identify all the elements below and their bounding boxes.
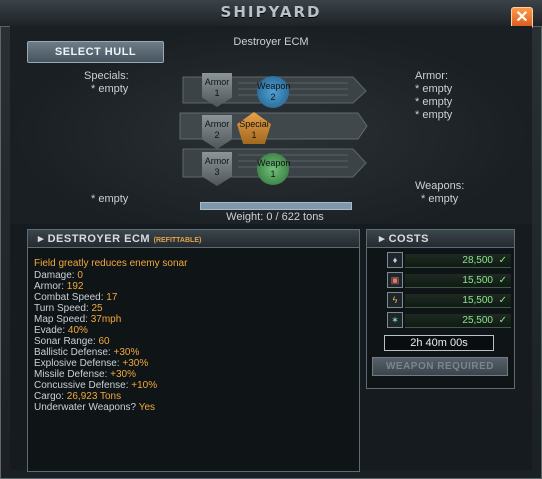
stat-value: 26,923 Tons: [66, 391, 122, 402]
stat-row: Combat Speed: 17: [34, 292, 117, 303]
cost-value: 15,500: [462, 295, 493, 306]
crystal-icon: ✶: [387, 312, 403, 328]
chevron-right-icon: ▸: [379, 233, 386, 245]
armor-slot-1-label: Armor: [204, 77, 230, 87]
hull-description: Field greatly reduces enemy sonar: [34, 258, 188, 269]
stat-row: Missile Defense: +30%: [34, 369, 136, 380]
costs-header: ▸ COSTS: [367, 230, 514, 248]
check-icon: ✓: [498, 275, 507, 286]
stat-label: Map Speed:: [34, 314, 88, 325]
special-slot-1-number: 1: [251, 130, 257, 140]
specials-value: * empty: [91, 83, 129, 95]
stat-label: Cargo:: [34, 391, 65, 402]
build-time: 2h 40m 00s: [384, 335, 494, 351]
weapon-required-button[interactable]: WEAPON REQUIRED: [372, 357, 508, 376]
cost-row: 15,500 ✓: [405, 294, 511, 308]
title-bar: SHIPYARD: [0, 0, 542, 27]
window-title: SHIPYARD: [220, 3, 322, 21]
stat-row: Ballistic Defense: +30%: [34, 347, 139, 358]
stat-value: 37mph: [90, 314, 122, 325]
check-icon: ✓: [498, 255, 507, 266]
stat-row: Sonar Range: 60: [34, 336, 110, 347]
cost-value: 28,500: [462, 255, 493, 266]
armor-slot-3-number: 3: [214, 167, 220, 177]
stat-label: Damage:: [34, 270, 75, 281]
cost-row: 15,500 ✓: [405, 274, 511, 288]
stat-value: 17: [106, 292, 118, 303]
weapon-slot-2-number: 2: [270, 92, 276, 102]
chevron-right-icon: ▸: [38, 233, 45, 245]
weapons-left-value: * empty: [91, 193, 129, 205]
stat-value: +30%: [110, 369, 136, 380]
cost-row: 25,500 ✓: [405, 314, 511, 328]
stat-row: Cargo: 26,923 Tons: [34, 391, 121, 402]
weapon-slot-2-label: Weapon: [257, 81, 291, 91]
stat-row: Turn Speed: 25: [34, 303, 103, 314]
stat-label: Sonar Range:: [34, 336, 96, 347]
stat-label: Missile Defense:: [34, 369, 108, 380]
weapon-slot-1-number: 1: [270, 169, 276, 179]
stat-row: Explosive Defense: +30%: [34, 358, 148, 369]
stat-value: +10%: [131, 380, 158, 391]
select-hull-button[interactable]: SELECT HULL: [27, 41, 164, 63]
weapon-slot-1[interactable]: Weapon 1: [257, 153, 291, 185]
stat-row: Concussive Defense: +10%: [34, 380, 157, 391]
stat-label: Underwater Weapons?: [34, 402, 137, 413]
stat-value: 192: [66, 281, 84, 292]
stat-value: 0: [77, 270, 83, 281]
armor-value-2: * empty: [415, 96, 453, 108]
costs-label: COSTS: [388, 233, 429, 245]
armor-value-3: * empty: [415, 109, 453, 121]
energy-bolt-icon: ϟ: [387, 292, 403, 308]
stat-label: Combat Speed:: [34, 292, 104, 303]
info-title: ▸ DESTROYER ECM (REFITTABLE): [38, 232, 201, 245]
stat-value: 40%: [67, 325, 88, 336]
hull-info-panel: ▸ DESTROYER ECM (REFITTABLE) Field great…: [27, 229, 360, 472]
stat-row: Map Speed: 37mph: [34, 314, 121, 325]
weapon-slot-2[interactable]: Weapon 2: [257, 76, 291, 108]
special-slot-1-label: Special: [239, 119, 269, 129]
stat-row: Armor: 192: [34, 281, 83, 292]
stat-row: Underwater Weapons? Yes: [34, 402, 155, 413]
stat-label: Turn Speed:: [34, 303, 89, 314]
stat-label: Evade:: [34, 325, 66, 336]
weight-text: Weight: 0 / 622 tons: [226, 211, 324, 223]
cost-row: 28,500 ✓: [405, 254, 511, 268]
stat-label: Explosive Defense:: [34, 358, 120, 369]
refittable-tag: (REFITTABLE): [153, 237, 202, 244]
weapons-right-value: * empty: [421, 193, 459, 205]
stat-label: Concussive Defense:: [34, 380, 129, 391]
armor-label: Armor:: [415, 70, 448, 82]
armor-slot-3-label: Armor: [204, 156, 230, 166]
stat-value: +30%: [122, 358, 149, 369]
armor-slot-2-number: 2: [214, 130, 220, 140]
armor-slot-2-label: Armor: [204, 119, 230, 129]
stat-row: Evade: 40%: [34, 325, 88, 336]
stat-label: Armor:: [34, 281, 64, 292]
costs-title: ▸ COSTS: [379, 232, 429, 245]
hull-title: DESTROYER ECM: [47, 233, 151, 245]
weapons-label: Weapons:: [415, 180, 465, 192]
weapon-slot-1-label: Weapon: [257, 158, 291, 168]
stat-row: Damage: 0: [34, 270, 83, 281]
stat-value: 25: [91, 303, 103, 314]
hull-name: Destroyer ECM: [233, 36, 309, 48]
check-icon: ✓: [498, 295, 507, 306]
stat-value: 60: [98, 336, 110, 347]
specials-label: Specials:: [84, 70, 129, 82]
stat-value: +30%: [113, 347, 140, 358]
armor-value-1: * empty: [415, 83, 453, 95]
info-header: ▸ DESTROYER ECM (REFITTABLE): [28, 230, 359, 248]
oil-drop-icon: ♦: [387, 252, 403, 268]
weight-bar: [200, 202, 352, 210]
cost-value: 15,500: [462, 275, 493, 286]
steel-icon: ▣: [387, 272, 403, 288]
stat-label: Ballistic Defense:: [34, 347, 111, 358]
check-icon: ✓: [498, 315, 507, 326]
cost-value: 25,500: [462, 315, 493, 326]
stat-value: Yes: [138, 402, 156, 413]
armor-slot-1-number: 1: [214, 88, 220, 98]
